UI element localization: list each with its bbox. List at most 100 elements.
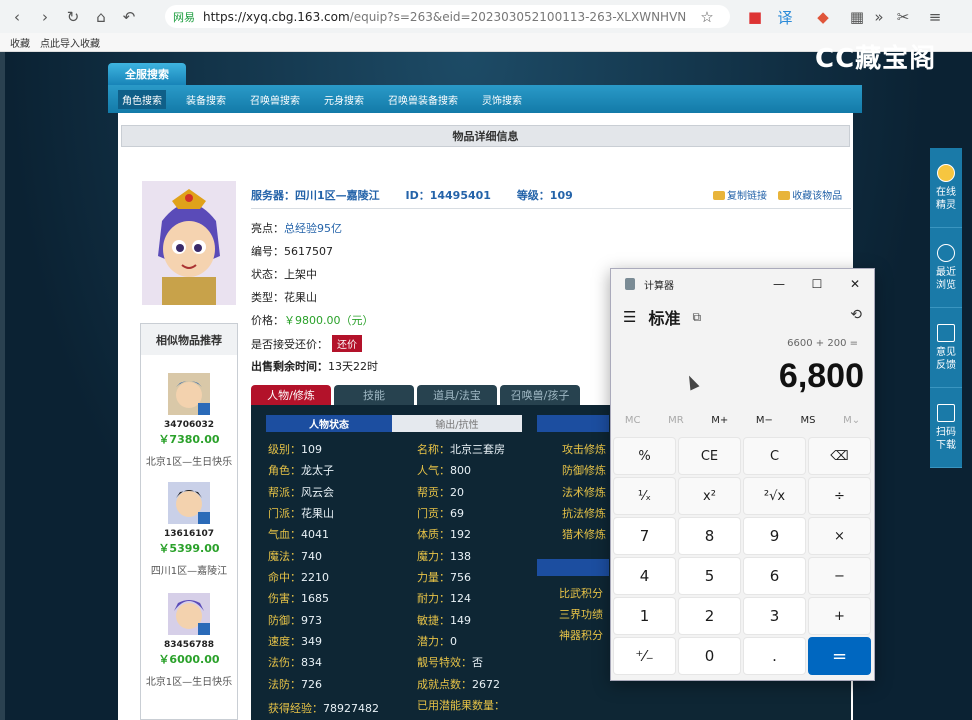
- sidebar-online-helper[interactable]: 在线 精灵: [930, 148, 962, 228]
- stat-magic-damage: 法伤：834: [268, 656, 322, 669]
- right-sidebar: 在线 精灵 最近 浏览 意见 反馈 扫码 下载: [930, 148, 962, 468]
- stat-resist-cultivation: 抗法修炼: [562, 507, 606, 520]
- bookmark-item[interactable]: 点此导入收藏: [40, 35, 100, 50]
- nav-pet-search[interactable]: 召唤兽搜索: [246, 90, 304, 109]
- translate-icon[interactable]: 译: [774, 6, 796, 28]
- home-icon[interactable]: ⌂: [90, 6, 112, 28]
- section-title: 物品详细信息: [121, 125, 850, 147]
- memory-recall-button[interactable]: MR: [668, 415, 684, 426]
- backspace-button[interactable]: ⌫: [808, 437, 871, 475]
- address-bar[interactable]: 网易 https://xyq.cbg.163.com /equip?s=263&…: [165, 5, 730, 28]
- back-icon[interactable]: ‹: [6, 6, 28, 28]
- tab-skills[interactable]: 技能: [334, 385, 414, 405]
- site-logo[interactable]: CC藏宝阁: [815, 38, 936, 75]
- add-button[interactable]: +: [808, 597, 871, 635]
- sidebar-download[interactable]: 扫码 下载: [930, 388, 962, 468]
- menu-icon[interactable]: ≡: [924, 6, 946, 28]
- tab-character[interactable]: 人物/修炼: [251, 385, 331, 405]
- reload-icon[interactable]: ↻: [62, 6, 84, 28]
- memory-list-button[interactable]: M⌄: [843, 415, 860, 426]
- similar-item[interactable]: 83456788 ￥6000.00 北京1区—生日快乐: [141, 593, 237, 688]
- equals-button[interactable]: =: [808, 637, 871, 675]
- digit-8-button[interactable]: 8: [678, 517, 741, 555]
- similar-item[interactable]: 34706032 ￥7380.00 北京1区—生日快乐: [141, 373, 237, 468]
- favorite-link[interactable]: 收藏该物品: [778, 191, 842, 202]
- more-tabs-icon[interactable]: »: [868, 6, 890, 28]
- url-host: https://xyq.cbg.163.com: [203, 9, 350, 24]
- nav-equip-search[interactable]: 装备搜索: [182, 90, 230, 109]
- multiply-button[interactable]: ×: [808, 517, 871, 555]
- clear-entry-button[interactable]: CE: [678, 437, 741, 475]
- calculator-titlebar[interactable]: 计算器 — ☐ ✕: [611, 269, 874, 299]
- stat-role: 角色：龙太子: [268, 464, 334, 477]
- bookmark-item[interactable]: 收藏: [10, 35, 30, 50]
- stat-constitution: 体质：192: [417, 528, 471, 541]
- subtract-button[interactable]: −: [808, 557, 871, 595]
- sidebar-recent[interactable]: 最近 浏览: [930, 228, 962, 308]
- search-nav: 角色搜索 装备搜索 召唤兽搜索 元身搜索 召唤兽装备搜索 灵饰搜索: [108, 85, 862, 113]
- minimize-icon[interactable]: —: [760, 269, 798, 299]
- digit-7-button[interactable]: 7: [613, 517, 676, 555]
- bargain-button[interactable]: 还价: [332, 335, 362, 352]
- digit-3-button[interactable]: 3: [743, 597, 806, 635]
- browser-toolbar: ‹ › ↻ ⌂ ↶ 网易 https://xyq.cbg.163.com /eq…: [0, 0, 972, 33]
- memory-store-button[interactable]: MS: [801, 415, 816, 426]
- keep-on-top-icon[interactable]: ⧉: [692, 310, 701, 325]
- similar-item-avatar[interactable]: [168, 482, 210, 524]
- sidebar-feedback[interactable]: 意见 反馈: [930, 308, 962, 388]
- nav-body-search[interactable]: 元身搜索: [320, 90, 368, 109]
- similar-item-price: ￥6000.00: [158, 653, 220, 666]
- stat-attack-cultivation: 攻击修炼: [562, 443, 606, 456]
- nav-role-search[interactable]: 角色搜索: [118, 89, 166, 109]
- game-icon[interactable]: ◆: [812, 6, 834, 28]
- maximize-icon[interactable]: ☐: [798, 269, 836, 299]
- decimal-button[interactable]: .: [743, 637, 806, 675]
- similar-item[interactable]: 13616107 ￥5399.00 四川1区—嘉陵江: [141, 482, 237, 577]
- forward-icon[interactable]: ›: [34, 6, 56, 28]
- digit-0-button[interactable]: 0: [678, 637, 741, 675]
- sqrt-button[interactable]: ²√x: [743, 477, 806, 515]
- divide-button[interactable]: ÷: [808, 477, 871, 515]
- nav-ornament-search[interactable]: 灵饰搜索: [478, 90, 526, 109]
- tab-items[interactable]: 道具/法宝: [417, 385, 497, 405]
- subtab-output[interactable]: 输出/抗性: [392, 415, 522, 432]
- bargain-row: 是否接受还价： 还价: [251, 335, 362, 352]
- close-icon[interactable]: ✕: [836, 269, 874, 299]
- digit-6-button[interactable]: 6: [743, 557, 806, 595]
- digit-1-button[interactable]: 1: [613, 597, 676, 635]
- scissors-icon[interactable]: ✂: [892, 6, 914, 28]
- square-button[interactable]: x²: [678, 477, 741, 515]
- tab-pets[interactable]: 召唤兽/孩子: [500, 385, 580, 405]
- copy-link[interactable]: 复制链接: [713, 191, 767, 202]
- character-avatar: [142, 181, 236, 305]
- extension-icon[interactable]: ■: [744, 6, 766, 28]
- subtab-status[interactable]: 人物状态: [266, 415, 392, 432]
- digit-9-button[interactable]: 9: [743, 517, 806, 555]
- negate-button[interactable]: ⁺⁄₋: [613, 637, 676, 675]
- memory-subtract-button[interactable]: M−: [756, 415, 773, 426]
- stat-endurance: 耐力：124: [417, 592, 471, 605]
- memory-clear-button[interactable]: MC: [625, 415, 641, 426]
- similar-item-avatar[interactable]: [168, 373, 210, 415]
- digit-5-button[interactable]: 5: [678, 557, 741, 595]
- memory-add-button[interactable]: M+: [711, 415, 728, 426]
- undo-icon[interactable]: ↶: [118, 6, 140, 28]
- apps-icon[interactable]: ▦: [846, 6, 868, 28]
- subtab-cultivation[interactable]: [537, 415, 609, 432]
- stat-defense: 防御：973: [268, 614, 322, 627]
- history-icon[interactable]: ⟲: [850, 307, 862, 323]
- nav-pet-equip-search[interactable]: 召唤兽装备搜索: [384, 90, 462, 109]
- percent-button[interactable]: %: [613, 437, 676, 475]
- digit-2-button[interactable]: 2: [678, 597, 741, 635]
- stat-arena-score: 比武积分: [559, 587, 603, 600]
- digit-4-button[interactable]: 4: [613, 557, 676, 595]
- subtab-scores[interactable]: [537, 559, 609, 576]
- number-value: 5617507: [284, 245, 333, 258]
- stat-merit: 三界功绩: [559, 608, 603, 621]
- reciprocal-button[interactable]: ¹⁄ₓ: [613, 477, 676, 515]
- clear-button[interactable]: C: [743, 437, 806, 475]
- hamburger-icon[interactable]: ☰: [623, 308, 636, 326]
- similar-item-avatar[interactable]: [168, 593, 210, 635]
- all-server-search-tab[interactable]: 全服搜索: [108, 63, 186, 85]
- star-icon[interactable]: ☆: [696, 6, 718, 28]
